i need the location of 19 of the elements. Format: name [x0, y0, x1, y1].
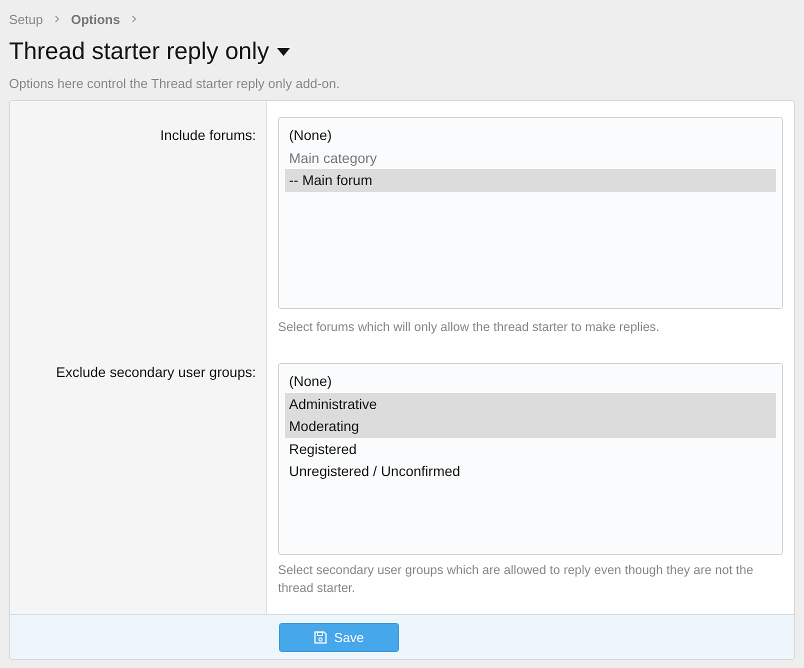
list-option[interactable]: Unregistered / Unconfirmed: [285, 460, 776, 482]
caret-icon[interactable]: [277, 48, 290, 56]
field-label: Include forums:: [160, 127, 256, 143]
chevron-icon: [52, 15, 61, 23]
list-option[interactable]: Administrative: [285, 392, 776, 415]
page-title: Thread starter reply only: [9, 38, 270, 66]
list-option[interactable]: Moderating: [285, 415, 776, 438]
field-hint: Select forums which will only allow the thread starter to make replies.: [278, 319, 660, 336]
list-option[interactable]: (None): [285, 124, 776, 146]
field-hint: Select secondary user groups which are allowed to reply even though they are not the thread starter.: [278, 562, 754, 597]
page-description: Options here control the Thread starter reply only add-on.: [9, 76, 341, 91]
field-label: Exclude secondary user groups:: [56, 364, 256, 380]
list-option[interactable]: (None): [285, 370, 776, 392]
chevron-icon: [130, 15, 138, 23]
multi-select-list[interactable]: (None) Administrative Moderating Registered Unregistered / Unconfirmed: [278, 363, 783, 555]
list-option[interactable]: -- Main forum: [285, 169, 776, 192]
list-option[interactable]: Registered: [285, 438, 776, 460]
save-icon: [314, 630, 328, 644]
breadcrumb-link[interactable]: Options: [70, 12, 120, 26]
